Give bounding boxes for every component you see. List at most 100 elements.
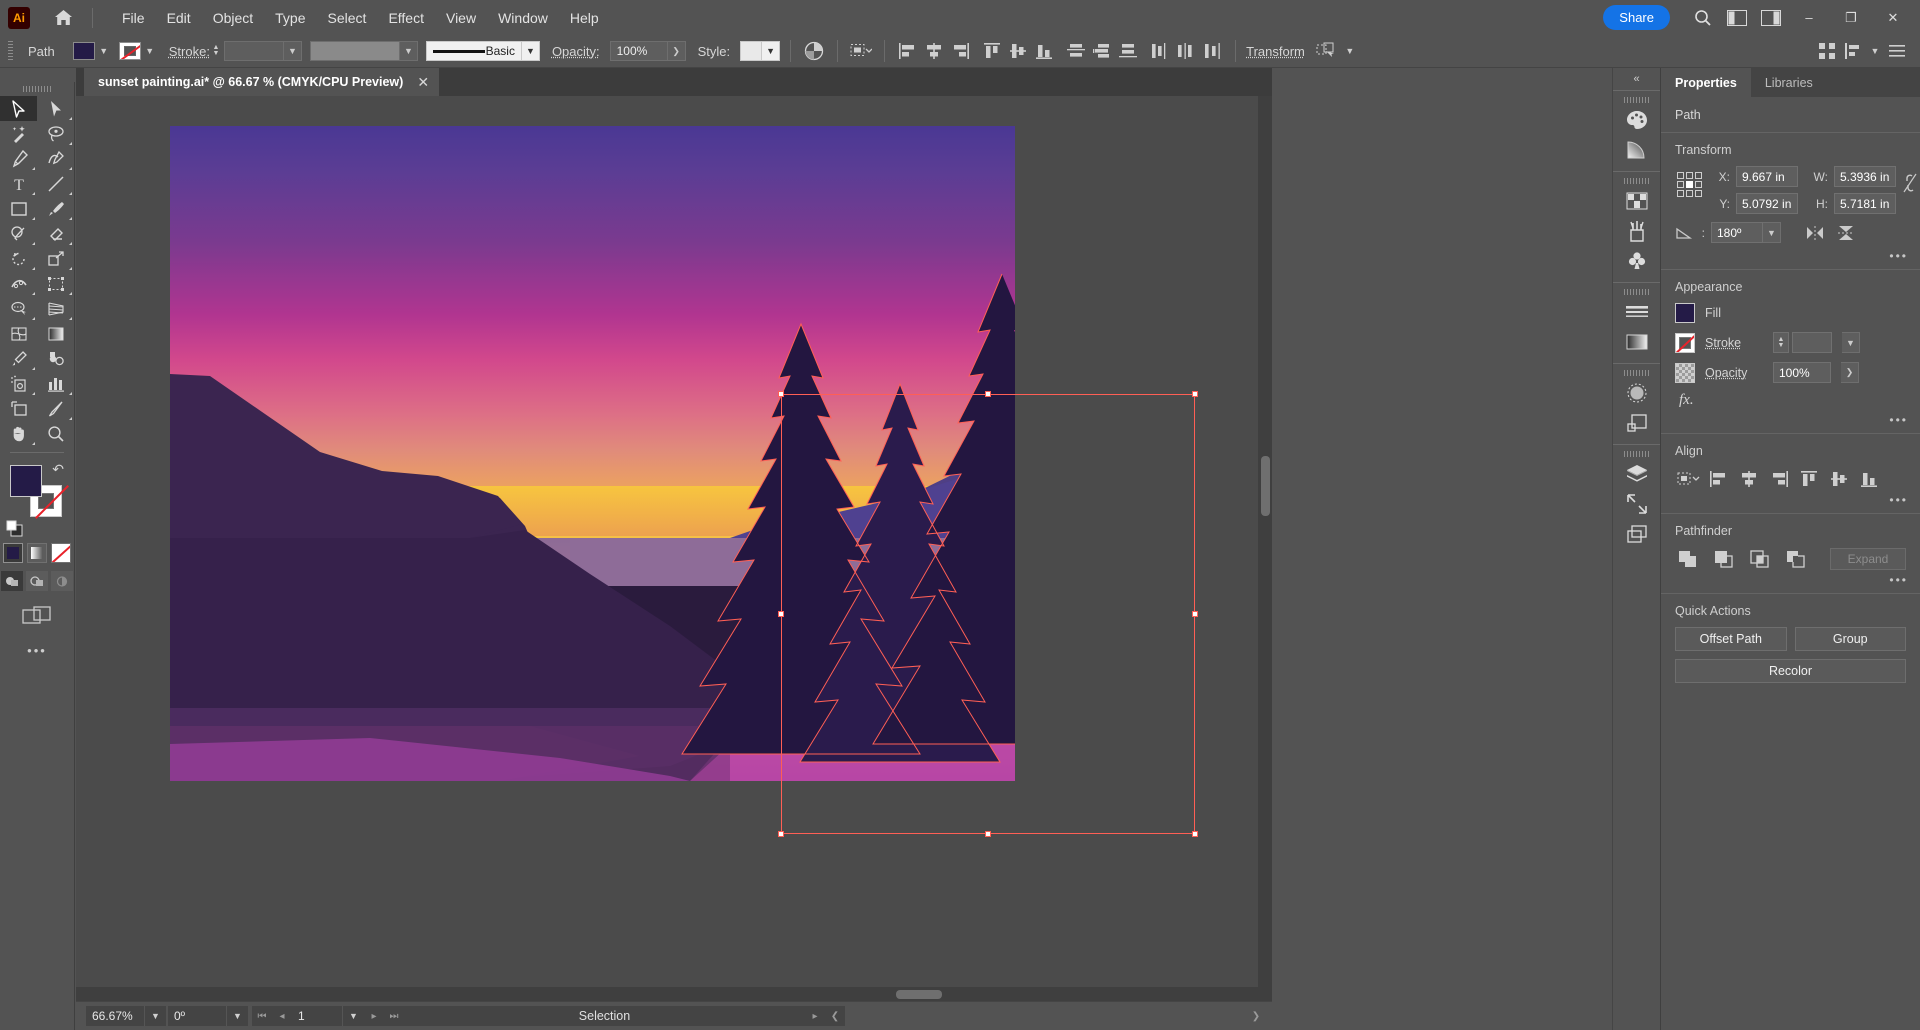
shaper-tool[interactable] xyxy=(0,221,37,246)
zoom-level-field[interactable]: 66.67% xyxy=(86,1006,144,1026)
layers-panel-icon[interactable] xyxy=(1613,459,1660,489)
gradient-mode[interactable] xyxy=(27,543,47,563)
lasso-tool[interactable] xyxy=(37,121,74,146)
home-icon[interactable] xyxy=(50,5,76,31)
distribute-horizontal-right-icon[interactable] xyxy=(1199,39,1225,63)
y-input[interactable]: 5.0792 in xyxy=(1736,193,1798,214)
arrange-icon[interactable] xyxy=(1315,39,1341,63)
more-options-icon[interactable]: ••• xyxy=(1889,413,1908,427)
zoom-dropdown[interactable]: ▼ xyxy=(144,1006,166,1026)
perspective-grid-tool[interactable] xyxy=(37,296,74,321)
menu-select[interactable]: Select xyxy=(317,6,378,30)
menu-view[interactable]: View xyxy=(435,6,487,30)
align-vertical-center-icon[interactable] xyxy=(1005,39,1031,63)
collapse-panels-icon[interactable]: « xyxy=(1613,68,1660,90)
angle-input[interactable]: 180º xyxy=(1711,222,1763,243)
rotation-field[interactable]: 0º xyxy=(168,1006,226,1026)
more-options-icon[interactable]: ••• xyxy=(1889,249,1908,263)
change-screen-mode-icon[interactable] xyxy=(0,605,74,627)
swatches-panel-icon[interactable] xyxy=(1613,186,1660,216)
dock-group-grip[interactable] xyxy=(1613,449,1660,459)
flip-horizontal-icon[interactable] xyxy=(1805,225,1825,241)
align-horizontal-center-icon[interactable] xyxy=(1735,467,1763,491)
swap-fill-stroke-icon[interactable]: ↶ xyxy=(52,461,64,478)
width-tool[interactable] xyxy=(0,271,37,296)
brushes-panel-icon[interactable] xyxy=(1613,216,1660,246)
x-input[interactable]: 9.667 in xyxy=(1736,166,1798,187)
distribute-vertical-center-icon[interactable] xyxy=(1089,39,1115,63)
select-similar-objects-icon[interactable] xyxy=(848,39,874,63)
stroke-weight-stepper[interactable]: ▲ ▼ xyxy=(1773,332,1789,353)
direct-selection-tool[interactable] xyxy=(37,96,74,121)
maximize-button[interactable]: ❐ xyxy=(1830,0,1872,35)
more-options-icon[interactable]: ••• xyxy=(1889,573,1908,587)
stroke-panel-icon[interactable] xyxy=(1613,297,1660,327)
align-top-icon[interactable] xyxy=(979,39,1005,63)
toolbar-grip[interactable] xyxy=(0,82,74,96)
tab-libraries[interactable]: Libraries xyxy=(1751,68,1827,97)
control-bar-grip[interactable] xyxy=(6,41,14,61)
gradient-panel-icon[interactable] xyxy=(1613,135,1660,165)
selection-tool[interactable] xyxy=(0,96,37,121)
dock-group-grip[interactable] xyxy=(1613,95,1660,105)
constrain-proportions-unlinked-icon[interactable] xyxy=(1902,172,1918,194)
min21us-front-icon[interactable] xyxy=(1711,547,1737,571)
column-graph-tool[interactable] xyxy=(37,371,74,396)
artboard-dropdown[interactable]: ▼ xyxy=(342,1006,364,1026)
paintbrush-tool[interactable] xyxy=(37,196,74,221)
align-bottom-icon[interactable] xyxy=(1855,467,1883,491)
appearance-opacity-input[interactable]: 100% xyxy=(1773,362,1831,383)
distribute-horizontal-center-icon[interactable] xyxy=(1173,39,1199,63)
menu-file[interactable]: File xyxy=(111,6,156,30)
links-panel-icon[interactable] xyxy=(1613,489,1660,519)
opacity-label[interactable]: Opacity xyxy=(1705,366,1763,380)
close-button[interactable]: ✕ xyxy=(1872,0,1914,35)
blend-tool[interactable] xyxy=(37,346,74,371)
align-to-selection-icon[interactable] xyxy=(1675,467,1703,491)
next-artboard-icon[interactable]: ▸ xyxy=(364,1006,384,1026)
dock-group-grip[interactable] xyxy=(1613,176,1660,186)
scroll-thumb[interactable] xyxy=(896,990,942,999)
artboards-panel-icon[interactable] xyxy=(1613,519,1660,549)
transform-link[interactable]: Transform xyxy=(1246,44,1305,59)
chevron-down-icon[interactable]: ▼ xyxy=(1866,42,1884,60)
stroke-weight-input[interactable] xyxy=(223,41,284,61)
default-fill-stroke-icon[interactable] xyxy=(6,520,23,537)
fill-swatch[interactable] xyxy=(72,42,95,60)
zoom-tool[interactable] xyxy=(37,421,74,446)
color-swatch-mode[interactable] xyxy=(3,543,23,563)
align-horizontal-center-icon[interactable] xyxy=(921,39,947,63)
symbols-panel-icon[interactable] xyxy=(1613,246,1660,276)
eyedropper-tool[interactable] xyxy=(0,346,37,371)
exclude-icon[interactable] xyxy=(1783,547,1809,571)
variable-width-profile[interactable] xyxy=(309,41,400,61)
align-left-icon[interactable] xyxy=(895,39,921,63)
appearance-stroke-weight-input[interactable] xyxy=(1792,332,1832,353)
hand-tool[interactable] xyxy=(0,421,37,446)
slice-tool[interactable] xyxy=(37,396,74,421)
rotate-tool[interactable] xyxy=(0,246,37,271)
share-button[interactable]: Share xyxy=(1603,5,1670,30)
opacity-input[interactable]: 100% xyxy=(609,41,668,61)
align-top-icon[interactable] xyxy=(1795,467,1823,491)
document-tab[interactable]: sunset painting.ai* @ 66.67 % (CMYK/CPU … xyxy=(84,68,440,96)
flip-vertical-icon[interactable] xyxy=(1837,224,1855,242)
distribute-vertical-bottom-icon[interactable] xyxy=(1115,39,1141,63)
dock-group-grip[interactable] xyxy=(1613,368,1660,378)
magic-wand-tool[interactable] xyxy=(0,121,37,146)
pen-tool[interactable] xyxy=(0,146,37,171)
stroke-swatch[interactable] xyxy=(118,42,141,60)
rotation-dropdown[interactable]: ▼ xyxy=(226,1006,248,1026)
tab-properties[interactable]: Properties xyxy=(1661,68,1751,97)
scale-tool[interactable] xyxy=(37,246,74,271)
chevron-down-icon[interactable]: ▼ xyxy=(95,42,113,60)
status-menu-icon[interactable]: ▸ xyxy=(805,1006,825,1026)
align-right-icon[interactable] xyxy=(947,39,973,63)
chevron-down-icon[interactable]: ▼ xyxy=(1341,42,1359,60)
distribute-vertical-top-icon[interactable] xyxy=(1063,39,1089,63)
graphic-style-dropdown[interactable]: ▼ xyxy=(762,41,781,61)
stroke-control[interactable]: ▼ xyxy=(118,42,159,60)
artboard-number-field[interactable]: 1 xyxy=(292,1006,342,1026)
menu-window[interactable]: Window xyxy=(487,6,559,30)
none-mode[interactable] xyxy=(51,543,71,563)
